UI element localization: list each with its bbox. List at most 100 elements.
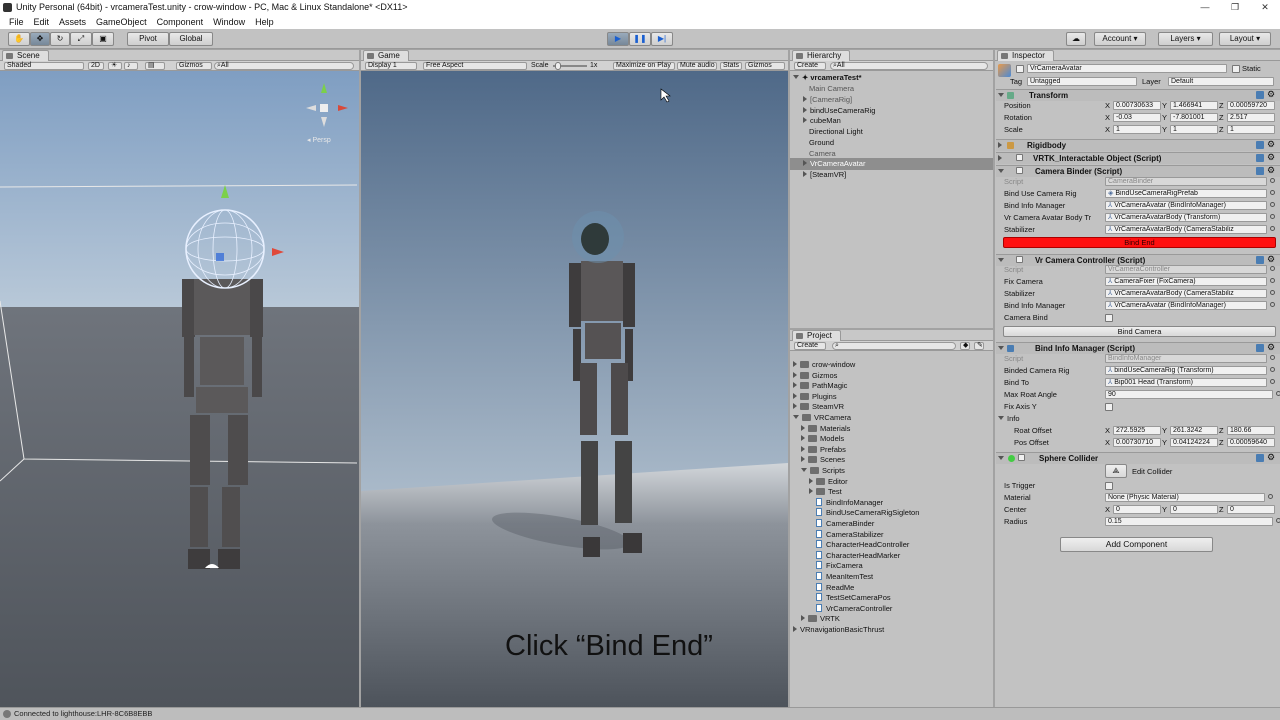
sphere-collider-header[interactable]: Sphere Collider [996, 452, 1280, 464]
bind-end-button[interactable]: Bind End [1003, 237, 1276, 248]
camera-bind-checkbox[interactable] [1105, 314, 1113, 322]
tab-project[interactable]: Project [792, 330, 841, 341]
scene-viewport[interactable] [0, 71, 359, 707]
display-dropdown[interactable]: Display 1 [365, 62, 417, 70]
hand-tool-icon[interactable]: ✋ [8, 32, 30, 46]
scale-slider[interactable] [553, 62, 587, 70]
stabilizer-field[interactable]: ⅄ VrCameraAvatarBody (CameraStabiliz [1105, 225, 1267, 234]
2d-toggle[interactable]: 2D [88, 62, 104, 70]
shaded-dropdown[interactable]: Shaded [4, 62, 84, 70]
rotation-z[interactable]: 2.517 [1227, 113, 1275, 122]
filter-type-icon[interactable]: ◆ [960, 342, 970, 350]
rotation-y[interactable]: -7.801001 [1170, 113, 1218, 122]
object-picker-icon[interactable] [1270, 379, 1275, 384]
layers-dropdown[interactable]: Layers ▾ [1158, 32, 1213, 46]
object-picker-icon[interactable] [1270, 290, 1275, 295]
camera-binder-header[interactable]: Camera Binder (Script) [996, 165, 1280, 177]
game-viewport[interactable] [361, 71, 788, 707]
fix-camera-field[interactable]: ⅄ CameraFixer (FixCamera) [1105, 277, 1267, 286]
persp-label[interactable]: ◂ Persp [307, 136, 331, 144]
aspect-dropdown[interactable]: Free Aspect [423, 62, 527, 70]
gear-icon[interactable]: ⚙ [1267, 452, 1275, 463]
help-icon[interactable] [1256, 256, 1264, 264]
binded-rig-field[interactable]: ⅄ bindUseCameraRig (Transform) [1105, 366, 1267, 375]
game-gizmos-dropdown[interactable]: Gizmos [745, 62, 785, 70]
max-angle-field[interactable]: 90 [1105, 390, 1273, 399]
tab-game[interactable]: Game [363, 50, 409, 61]
rect-tool-icon[interactable]: ▣ [92, 32, 114, 46]
lighting-icon[interactable]: ☀ [108, 62, 122, 70]
layout-dropdown[interactable]: Layout ▾ [1219, 32, 1271, 46]
controller-stabilizer-field[interactable]: ⅄ VrCameraAvatarBody (CameraStabiliz [1105, 289, 1267, 298]
roat-offset-z[interactable]: 180.66 [1227, 426, 1275, 435]
close-button[interactable]: ✕ [1250, 0, 1280, 15]
scene-gizmos-dropdown[interactable]: Gizmos [176, 62, 212, 70]
camera-binder-enabled-checkbox[interactable] [1016, 167, 1023, 174]
play-button[interactable]: ▶ [607, 32, 629, 46]
hierarchy-item-steamvr[interactable]: [SteamVR] [803, 169, 846, 181]
active-checkbox[interactable] [1016, 65, 1024, 73]
mute-audio-toggle[interactable]: Mute audio [677, 62, 717, 70]
restore-button[interactable]: ❐ [1220, 0, 1250, 15]
gear-icon[interactable]: ⚙ [1267, 342, 1275, 353]
center-x[interactable]: 0 [1113, 505, 1161, 514]
tag-dropdown[interactable]: Untagged [1027, 77, 1137, 86]
object-picker-icon[interactable] [1270, 214, 1275, 219]
bind-camera-button[interactable]: Bind Camera [1003, 326, 1276, 337]
object-picker-icon[interactable] [1270, 367, 1275, 372]
object-picker-icon[interactable] [1270, 278, 1275, 283]
help-icon[interactable] [1256, 154, 1264, 162]
center-z[interactable]: 0 [1227, 505, 1275, 514]
controller-bind-info-field[interactable]: ⅄ VrCameraAvatar (BindInfoManager) [1105, 301, 1267, 310]
global-toggle[interactable]: Global [169, 32, 213, 46]
object-picker-icon[interactable] [1270, 266, 1275, 271]
bind-to-field[interactable]: ⅄ Bip001 Head (Transform) [1105, 378, 1267, 387]
position-x[interactable]: 0.00730633 [1113, 101, 1161, 110]
roat-offset-x[interactable]: 272.5925 [1113, 426, 1161, 435]
minimize-button[interactable]: — [1190, 0, 1220, 15]
edit-collider-button[interactable]: ⟁ [1105, 464, 1127, 478]
camera-controller-enabled-checkbox[interactable] [1016, 256, 1023, 263]
help-icon[interactable] [1256, 344, 1264, 352]
stats-toggle[interactable]: Stats [720, 62, 742, 70]
cloud-icon[interactable]: ☁ [1066, 32, 1086, 46]
rigidbody-header[interactable]: Rigidbody [996, 139, 1280, 151]
object-picker-icon[interactable] [1270, 202, 1275, 207]
menu-assets[interactable]: Assets [54, 15, 91, 29]
tab-inspector[interactable]: Inspector [997, 50, 1054, 61]
pivot-toggle[interactable]: Pivot [127, 32, 169, 46]
scale-slider-thumb[interactable] [555, 62, 561, 70]
bind-rig-field[interactable]: ◈ BindUseCameraRigPrefab [1105, 189, 1267, 198]
object-picker-icon[interactable] [1268, 494, 1273, 499]
info-foldout[interactable]: Info [998, 414, 1020, 423]
menu-help[interactable]: Help [250, 15, 279, 29]
object-picker-icon[interactable] [1270, 355, 1275, 360]
tab-hierarchy[interactable]: Hierarchy [792, 50, 851, 61]
sphere-collider-enabled-checkbox[interactable] [1018, 454, 1025, 461]
hierarchy-create-dropdown[interactable]: Create [794, 62, 826, 70]
hierarchy-search-input[interactable]: ⌕All [830, 62, 988, 70]
project-item[interactable]: VRnavigationBasicThrust [793, 624, 884, 636]
filter-label-icon[interactable]: ✎ [974, 342, 984, 350]
layer-dropdown[interactable]: Default [1168, 77, 1274, 86]
gear-icon[interactable]: ⚙ [1267, 139, 1275, 150]
roat-offset-y[interactable]: 261.3242 [1170, 426, 1218, 435]
rotation-x[interactable]: -0.03 [1113, 113, 1161, 122]
object-picker-icon[interactable] [1270, 190, 1275, 195]
account-dropdown[interactable]: Account ▾ [1094, 32, 1146, 46]
rotate-tool-icon[interactable]: ↻ [50, 32, 70, 46]
center-y[interactable]: 0 [1170, 505, 1218, 514]
pos-offset-z[interactable]: 0.00059640 [1227, 438, 1275, 447]
radius-field[interactable]: 0.15 [1105, 517, 1273, 526]
menu-file[interactable]: File [4, 15, 29, 29]
pos-offset-y[interactable]: 0.04124224 [1170, 438, 1218, 447]
menu-component[interactable]: Component [152, 15, 209, 29]
menu-gameobject[interactable]: GameObject [91, 15, 152, 29]
material-field[interactable]: None (Physic Material) [1105, 493, 1265, 502]
move-tool-icon[interactable]: ✥ [30, 32, 50, 46]
scale-x[interactable]: 1 [1113, 125, 1161, 134]
object-name-field[interactable]: VrCameraAvatar [1027, 64, 1227, 73]
effects-icon[interactable]: ▤ [145, 62, 165, 70]
help-icon[interactable] [1256, 91, 1264, 99]
project-create-dropdown[interactable]: Create [794, 342, 826, 350]
